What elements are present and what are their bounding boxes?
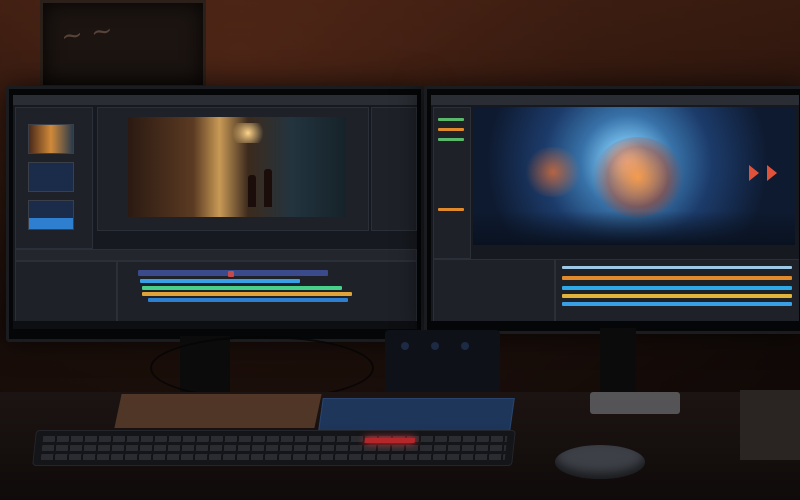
key-row[interactable]: [42, 436, 508, 442]
layers-panel: [433, 107, 471, 259]
explosion-fire: [593, 137, 683, 217]
preview-figure: [248, 175, 256, 207]
wall-art-frame: ~ ~: [40, 0, 206, 88]
audio-track-clip[interactable]: [142, 286, 342, 290]
wall-art-scribble: ~ ~: [59, 15, 115, 53]
mouse[interactable]: [555, 445, 645, 479]
timeline-panel[interactable]: [117, 261, 417, 329]
backlit-key-strip: [364, 438, 416, 443]
clip-marker[interactable]: [228, 271, 234, 277]
right-editor-screen: [431, 95, 799, 321]
video-track-clip[interactable]: [140, 279, 300, 283]
speaker-knob: [431, 342, 439, 350]
speaker-knob: [401, 342, 409, 350]
desk-box: [740, 390, 800, 460]
right-menu-bar: [431, 95, 799, 105]
arrow-right-icon: [749, 165, 759, 181]
left-taskbar: [13, 321, 417, 329]
right-monitor-stand: [600, 328, 636, 398]
layer-row[interactable]: [438, 138, 464, 141]
editing-desk-scene: ~ ~: [0, 0, 800, 500]
city-silhouette: [473, 211, 795, 245]
audio-track-clip[interactable]: [142, 292, 352, 296]
speaker-knob: [461, 342, 469, 350]
arrow-right-icon: [767, 165, 777, 181]
explosion-smoke: [523, 147, 583, 197]
keyboard[interactable]: [32, 430, 516, 466]
timeline-ruler[interactable]: [562, 266, 792, 269]
layer-bar[interactable]: [562, 276, 792, 280]
layer-row[interactable]: [438, 118, 464, 121]
right-monitor: [424, 86, 800, 334]
preview-figure: [264, 169, 272, 207]
cable-tangle: [150, 336, 374, 400]
composition-preview[interactable]: [473, 107, 795, 245]
small-device: [590, 392, 680, 414]
effects-panel: [371, 107, 417, 231]
layer-bar[interactable]: [562, 294, 792, 298]
key-row[interactable]: [40, 454, 506, 460]
layer-bar[interactable]: [562, 286, 792, 290]
layer-row[interactable]: [438, 128, 464, 131]
bin-thumbnail[interactable]: [28, 124, 74, 154]
layer-bar[interactable]: [562, 302, 792, 306]
bin-thumbnail[interactable]: [28, 200, 74, 230]
desk-speaker: [385, 330, 500, 400]
preview-lamp-glow: [228, 123, 268, 143]
comp-timeline-panel[interactable]: [555, 259, 799, 321]
audio-track-clip[interactable]: [148, 298, 348, 302]
left-editor-screen: [13, 95, 417, 329]
bin-thumbnail[interactable]: [28, 162, 74, 192]
track-headers-panel: [15, 261, 117, 329]
project-bin-panel: [15, 107, 93, 249]
left-monitor: [6, 86, 424, 342]
key-row[interactable]: [41, 445, 507, 451]
program-preview-video[interactable]: [128, 117, 346, 217]
left-menu-bar: [13, 95, 417, 105]
transport-controls[interactable]: [15, 249, 417, 261]
layer-list-panel: [433, 259, 555, 321]
layer-row[interactable]: [438, 208, 464, 211]
wooden-pad: [114, 394, 322, 428]
